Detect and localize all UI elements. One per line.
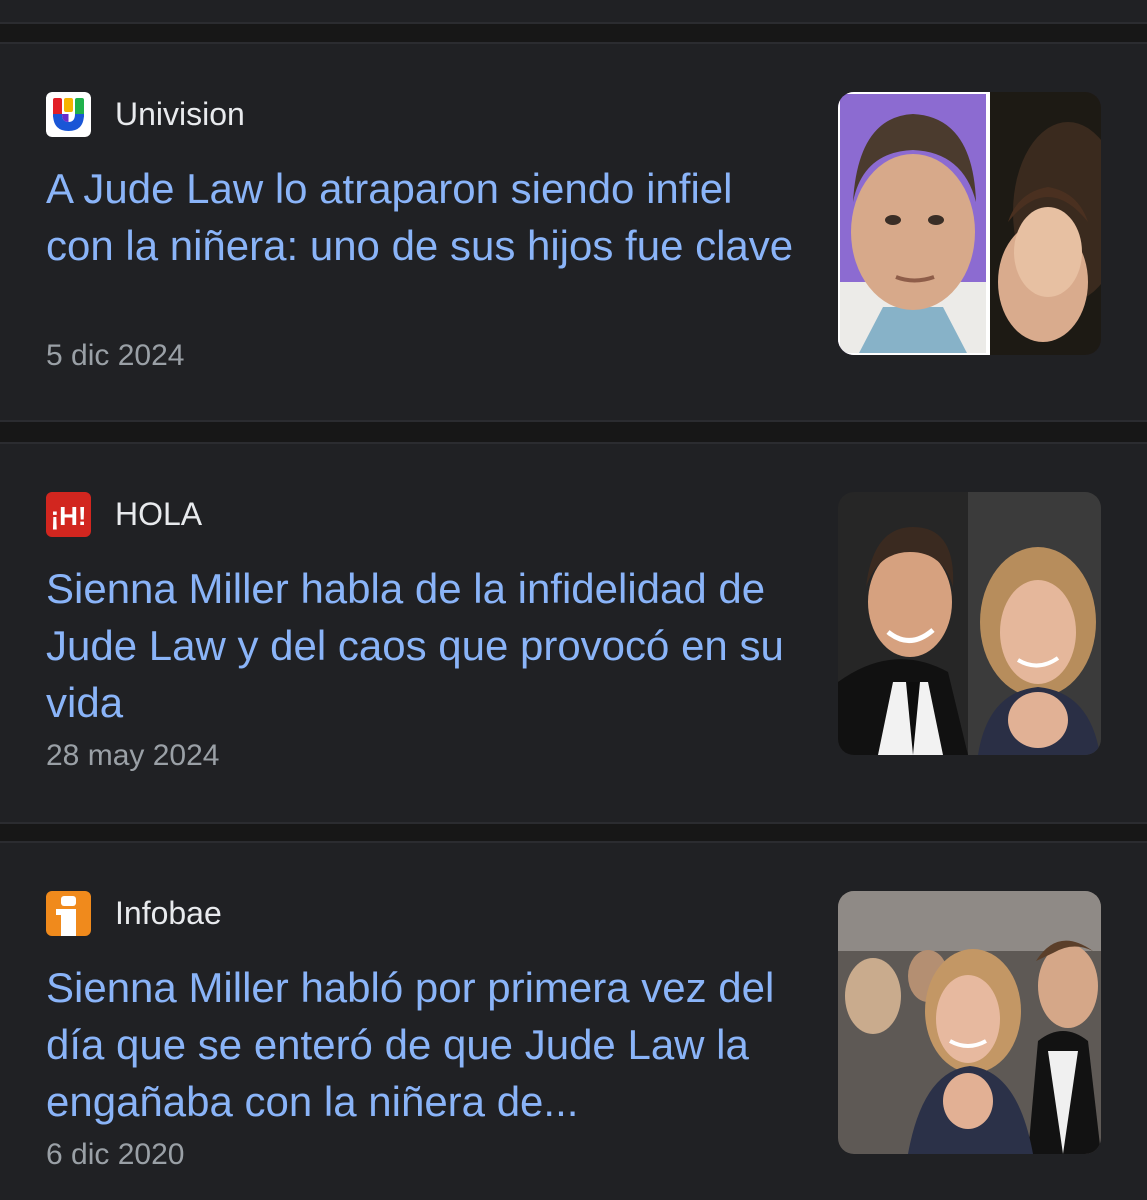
- source-name: Infobae: [115, 895, 222, 931]
- source-name: HOLA: [115, 496, 203, 532]
- news-card[interactable]: ¡H! HOLA Sienna Miller habla de la infid…: [0, 442, 1147, 824]
- hola-logo-icon: ¡H!: [46, 491, 91, 537]
- svg-text:¡H!: ¡H!: [50, 501, 86, 531]
- source-row[interactable]: Univision: [46, 90, 245, 138]
- news-card[interactable]: Univision A Jude Law lo atraparon siendo…: [0, 42, 1147, 422]
- article-headline[interactable]: Sienna Miller habló por primera vez del …: [46, 959, 801, 1130]
- jude-law-and-sienna-miller-photo[interactable]: [838, 492, 1101, 755]
- jude-law-and-nanny-photo[interactable]: [838, 92, 1101, 355]
- article-headline[interactable]: A Jude Law lo atraparon siendo infiel co…: [46, 160, 801, 274]
- univision-logo-icon: [46, 91, 91, 137]
- previous-card-edge: [0, 0, 1147, 24]
- article-date: 5 dic 2024: [46, 339, 185, 372]
- news-card[interactable]: Infobae Sienna Miller habló por primera …: [0, 841, 1147, 1200]
- article-date: 28 may 2024: [46, 739, 220, 772]
- source-row[interactable]: ¡H! HOLA: [46, 490, 202, 538]
- sienna-miller-and-jude-law-event-photo[interactable]: [838, 891, 1101, 1154]
- article-headline[interactable]: Sienna Miller habla de la infidelidad de…: [46, 560, 801, 731]
- article-date: 6 dic 2020: [46, 1138, 185, 1171]
- source-name: Univision: [115, 96, 245, 132]
- infobae-logo-icon: [46, 890, 91, 936]
- source-row[interactable]: Infobae: [46, 889, 222, 937]
